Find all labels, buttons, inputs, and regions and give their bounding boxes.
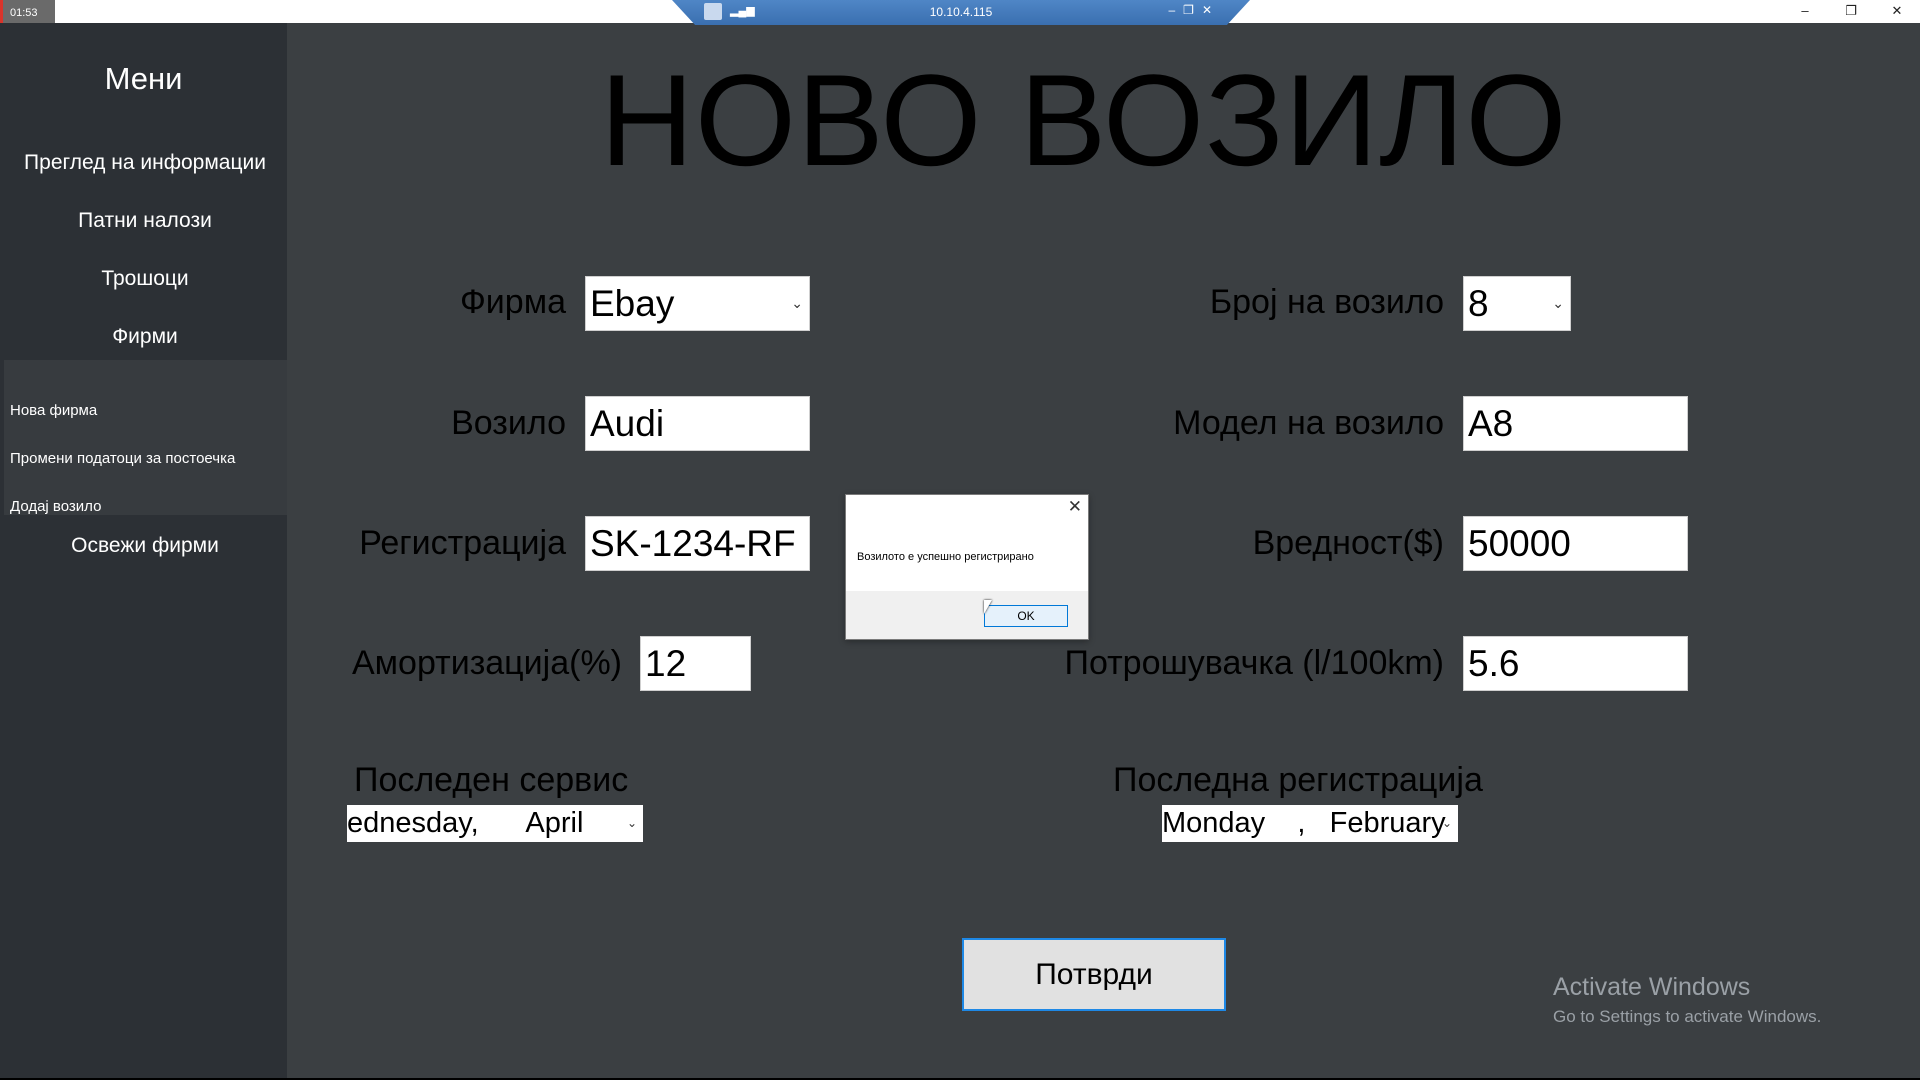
chevron-down-icon: ⌄ (791, 295, 803, 311)
depreciation-label: Амортизација(%) (352, 644, 622, 682)
remote-desktop-bar: ▂▄▆ 10.10.4.115 – ❐ ✕ (672, 0, 1250, 25)
last-service-date-picker[interactable]: ednesday, April ⌄ (347, 805, 643, 842)
minimize-button[interactable]: – (1782, 0, 1828, 23)
company-select[interactable]: Ebay ⌄ (585, 276, 810, 331)
chevron-down-icon: ⌄ (1441, 816, 1452, 830)
dialog-close-icon[interactable]: ✕ (1068, 497, 1082, 517)
sidebar-menu: Мени Преглед на информации Патни налози … (0, 23, 287, 1080)
last-service-label: Последен сервис (354, 761, 629, 799)
last-registration-label: Последна регистрација (1113, 761, 1483, 799)
vehicle-input[interactable]: Audi (585, 396, 810, 451)
close-button[interactable]: ✕ (1874, 0, 1920, 23)
dialog-ok-button[interactable]: OK (984, 605, 1068, 627)
refresh-companies-button[interactable]: Освежи фирми (0, 534, 290, 558)
submenu-item-add-vehicle[interactable]: Додај возило (10, 498, 101, 515)
consumption-label: Потрошувачка (l/100km) (1064, 644, 1445, 682)
company-select-value: Ebay (590, 283, 675, 324)
sidebar-item-expenses[interactable]: Трошоци (0, 267, 290, 291)
restore-button[interactable]: ❐ (1828, 0, 1874, 23)
activation-watermark-subtitle: Go to Settings to activate Windows. (1553, 1007, 1822, 1026)
value-input[interactable]: 50000 (1463, 516, 1688, 571)
sidebar-item-companies[interactable]: Фирми (0, 325, 290, 349)
page-title: НОВО ВОЗИЛО (600, 47, 1568, 193)
last-service-date-value: ednesday, April (347, 807, 584, 839)
remote-host-title: 10.10.4.115 (929, 5, 993, 19)
last-registration-date-value: Monday , February (1162, 807, 1446, 839)
window-controls: – ❐ ✕ (1782, 0, 1920, 23)
registration-input[interactable]: SK-1234-RF (585, 516, 810, 571)
value-label: Вредност($) (1252, 524, 1444, 562)
vehicle-number-label: Број на возило (1209, 283, 1444, 321)
chevron-down-icon: ⌄ (626, 816, 637, 830)
confirm-button[interactable]: Потврди (962, 938, 1226, 1011)
remote-restore-button[interactable]: ❐ (1183, 3, 1194, 17)
depreciation-input[interactable]: 12 (640, 636, 751, 691)
registration-label: Регистрација (359, 524, 566, 562)
last-registration-date-picker[interactable]: Monday , February ⌄ (1162, 805, 1458, 842)
vehicle-model-input[interactable]: A8 (1463, 396, 1688, 451)
chevron-down-icon: ⌄ (1552, 295, 1564, 311)
activation-watermark-title: Activate Windows (1553, 973, 1751, 1001)
company-label: Фирма (459, 283, 566, 321)
companies-submenu: Нова фирма Промени податоци за постоечка… (4, 360, 287, 515)
vehicle-number-select[interactable]: 8 ⌄ (1463, 276, 1571, 331)
remote-controls: – ❐ ✕ (1168, 3, 1212, 17)
submenu-item-new-company[interactable]: Нова фирма (10, 402, 97, 419)
dialog-message: Возилото е успешно регистрирано (857, 551, 1034, 563)
remote-minimize-button[interactable]: – (1168, 3, 1175, 17)
mouse-cursor-icon (984, 600, 992, 614)
consumption-input[interactable]: 5.6 (1463, 636, 1688, 691)
success-dialog: ✕ Возилото е успешно регистрирано OK (845, 494, 1089, 640)
menu-title: Мени (104, 61, 183, 96)
vehicle-label: Возило (451, 404, 566, 442)
remote-close-button[interactable]: ✕ (1202, 3, 1212, 17)
submenu-item-edit-company[interactable]: Промени податоци за постоечка (10, 450, 235, 467)
dialog-footer: OK (846, 591, 1088, 639)
sidebar-item-travel-orders[interactable]: Патни налози (0, 209, 290, 233)
vehicle-number-value: 8 (1468, 283, 1489, 324)
vehicle-model-label: Модел на возило (1173, 404, 1444, 442)
sidebar-item-overview[interactable]: Преглед на информации (0, 151, 290, 175)
